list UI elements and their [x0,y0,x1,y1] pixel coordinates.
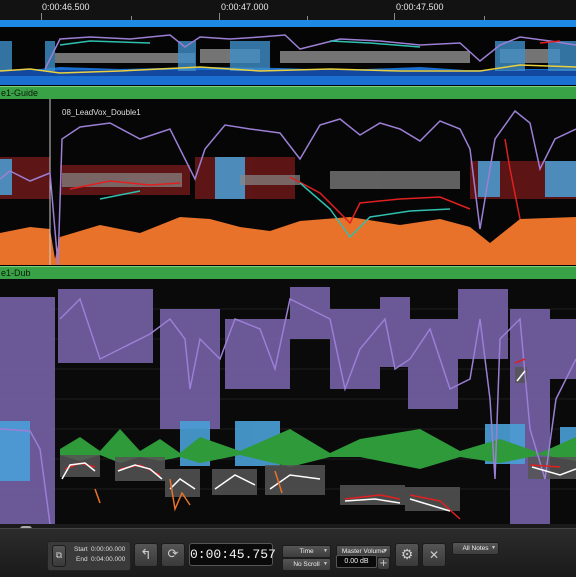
selection-range-bar[interactable] [0,20,576,27]
guide-track-lane[interactable]: 08_LeadVox_Double1 [0,99,576,265]
dub-track-lane[interactable] [0,279,576,524]
timeline-tick-mark [219,13,220,20]
timeline-tick-mark [394,13,395,20]
overview-lane[interactable] [0,27,576,85]
timeline-tick-1: 0:00:46.500 [42,2,90,12]
current-time-display[interactable]: 0:00:45.757 [189,543,276,566]
track-name: e1-Dub [1,268,31,278]
lock-icon[interactable]: ⧉ [52,545,66,567]
notes-filter-dropdown[interactable]: All Notes ▼ [452,542,499,555]
timeline-tick-3: 0:00:47.500 [396,2,444,12]
scroll-mode-dropdown[interactable]: No Scroll ▼ [282,558,331,571]
timeline-tick-mark [41,13,42,20]
close-icon[interactable]: ✕ [422,543,446,567]
end-label: End [76,556,88,563]
loop-icon[interactable]: ⟳ [161,543,185,567]
overview-waveform [0,27,576,85]
plus-icon[interactable]: + [377,557,390,570]
track-header-guide[interactable]: e1-Guide [0,86,576,100]
transport-bar: ⧉ Start 0:00:00.000 End 0:04:00.000 ↰ ⟳ … [0,528,576,577]
track-name: e1-Guide [1,88,39,98]
track-header-dub[interactable]: e1-Dub [0,266,576,280]
dub-track-editor [0,279,576,524]
start-value[interactable]: 0:00:00.000 [91,546,125,553]
gear-icon[interactable]: ⚙ [395,543,419,567]
timeline-tick-2: 0:00:47.000 [221,2,269,12]
clip-label: 08_LeadVox_Double1 [62,108,141,117]
master-volume-value[interactable]: 0.00 dB [336,555,377,568]
timeline-ruler[interactable]: 0:00:46.500 0:00:47.000 0:00:47.500 [0,0,576,21]
start-label: Start [74,546,88,553]
end-value[interactable]: 0:04:00.000 [91,556,125,563]
guide-track-editor [0,99,576,265]
rewind-icon[interactable]: ↰ [134,543,158,567]
time-mode-dropdown[interactable]: Time ▼ [282,545,331,558]
